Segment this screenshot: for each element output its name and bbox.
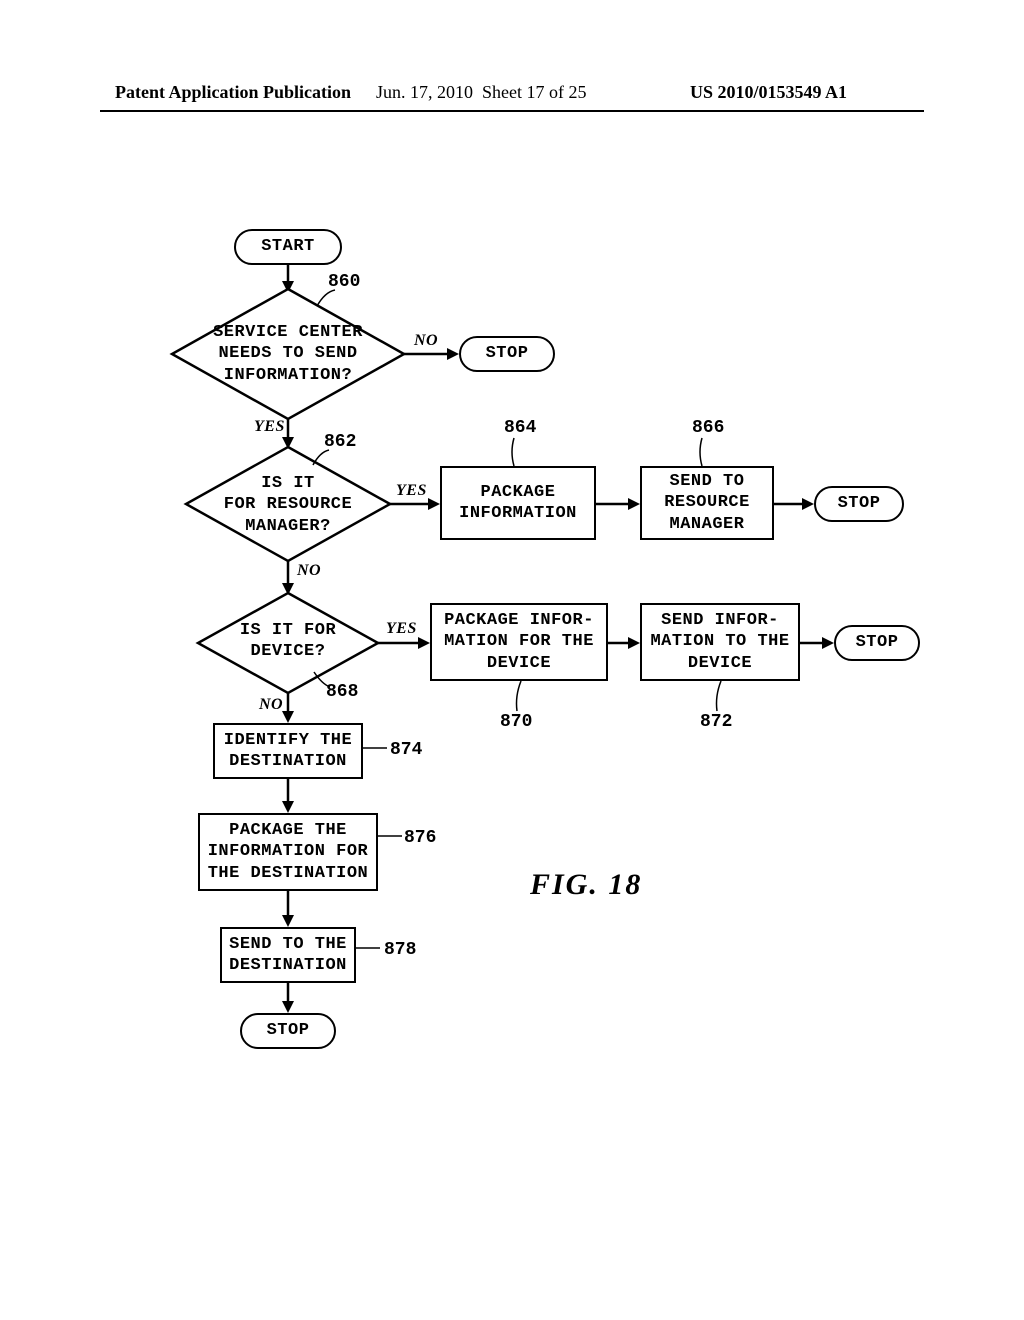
process-866: SEND TO RESOURCE MANAGER bbox=[640, 466, 774, 540]
process-876-text: PACKAGE THE INFORMATION FOR THE DESTINAT… bbox=[208, 820, 369, 884]
ref-860: 860 bbox=[328, 272, 360, 292]
no-label-868: NO bbox=[259, 696, 283, 714]
arrow-862-no bbox=[288, 561, 289, 595]
terminator-stop-860: STOP bbox=[459, 336, 555, 372]
no-label-860: NO bbox=[414, 332, 438, 350]
decision-868-text: IS IT FOR DEVICE? bbox=[228, 620, 348, 663]
ref-872: 872 bbox=[700, 712, 732, 732]
yes-label-860: YES bbox=[254, 418, 285, 436]
leader-876 bbox=[378, 836, 404, 837]
arrow-868-no bbox=[288, 693, 289, 723]
terminator-stop-end: STOP bbox=[240, 1013, 336, 1049]
process-870: PACKAGE INFOR- MATION FOR THE DEVICE bbox=[430, 603, 608, 681]
leader-868 bbox=[314, 672, 332, 690]
arrow-878-to-stop bbox=[288, 983, 289, 1013]
ref-866: 866 bbox=[692, 418, 724, 438]
leader-866 bbox=[702, 438, 703, 466]
header-rule bbox=[100, 110, 924, 112]
process-872: SEND INFOR- MATION TO THE DEVICE bbox=[640, 603, 800, 681]
process-874: IDENTIFY THE DESTINATION bbox=[213, 723, 363, 779]
leader-864 bbox=[514, 438, 515, 466]
ref-878: 878 bbox=[384, 940, 416, 960]
process-872-text: SEND INFOR- MATION TO THE DEVICE bbox=[650, 610, 789, 674]
arrow-874-to-876 bbox=[288, 779, 289, 813]
no-label-862: NO bbox=[297, 562, 321, 580]
yes-label-862: YES bbox=[396, 482, 427, 500]
leader-874 bbox=[363, 748, 389, 749]
process-874-text: IDENTIFY THE DESTINATION bbox=[224, 730, 352, 773]
ref-876: 876 bbox=[404, 828, 436, 848]
ref-874: 874 bbox=[390, 740, 422, 760]
header-pub-type: Patent Application Publication bbox=[115, 82, 351, 103]
decision-862-text: IS IT FOR RESOURCE MANAGER? bbox=[216, 473, 360, 537]
ref-862: 862 bbox=[324, 432, 356, 452]
arrow-872-to-stop bbox=[800, 643, 834, 644]
process-864-text: PACKAGE INFORMATION bbox=[459, 482, 577, 525]
arrow-862-yes bbox=[390, 504, 440, 505]
arrow-876-to-878 bbox=[288, 891, 289, 927]
arrow-860-yes bbox=[288, 419, 289, 449]
process-878-text: SEND TO THE DESTINATION bbox=[229, 934, 347, 977]
decision-860-text: SERVICE CENTER NEEDS TO SEND INFORMATION… bbox=[202, 322, 374, 386]
arrow-870-to-872 bbox=[608, 643, 640, 644]
stop-872-label: STOP bbox=[856, 632, 899, 653]
process-864: PACKAGE INFORMATION bbox=[440, 466, 596, 540]
yes-label-868: YES bbox=[386, 620, 417, 638]
arrow-866-to-stop bbox=[774, 504, 814, 505]
arrow-864-to-866 bbox=[596, 504, 640, 505]
leader-872 bbox=[717, 681, 718, 711]
leader-862 bbox=[313, 450, 331, 468]
terminator-stop-872: STOP bbox=[834, 625, 920, 661]
terminator-start: START bbox=[234, 229, 342, 265]
ref-864: 864 bbox=[504, 418, 536, 438]
leader-878 bbox=[356, 948, 382, 949]
header-pub-number: US 2010/0153549 A1 bbox=[690, 82, 847, 103]
arrow-860-no bbox=[404, 354, 459, 355]
ref-870: 870 bbox=[500, 712, 532, 732]
figure-title: FIG. 18 bbox=[530, 868, 642, 902]
stop-860-label: STOP bbox=[486, 343, 529, 364]
process-866-text: SEND TO RESOURCE MANAGER bbox=[664, 471, 750, 535]
process-870-text: PACKAGE INFOR- MATION FOR THE DEVICE bbox=[444, 610, 594, 674]
stop-866-label: STOP bbox=[838, 493, 881, 514]
process-876: PACKAGE THE INFORMATION FOR THE DESTINAT… bbox=[198, 813, 378, 891]
start-label: START bbox=[261, 236, 315, 257]
arrow-868-yes bbox=[378, 643, 430, 644]
leader-860 bbox=[317, 290, 337, 310]
terminator-stop-866: STOP bbox=[814, 486, 904, 522]
leader-870 bbox=[517, 681, 518, 711]
header-date: Jun. 17, 2010 Sheet 17 of 25 bbox=[376, 82, 587, 103]
stop-end-label: STOP bbox=[267, 1020, 310, 1041]
process-878: SEND TO THE DESTINATION bbox=[220, 927, 356, 983]
